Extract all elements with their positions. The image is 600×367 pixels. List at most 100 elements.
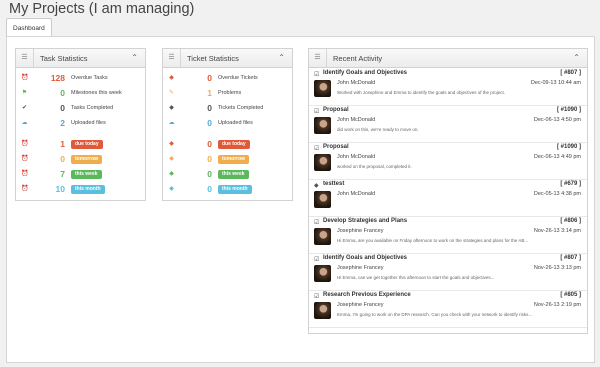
stat-row[interactable]: ⏰ 128 Overdue Tasks <box>16 71 145 86</box>
stat-row[interactable]: ✔ 0 Tasks Completed <box>16 101 145 116</box>
activity-user: John McDonald <box>337 117 376 123</box>
panel-header: ☰ Recent Activity ⌃ <box>309 49 587 68</box>
activity-title[interactable]: Develop Strategies and Plans <box>323 218 407 224</box>
stat-label[interactable]: Overdue Tickets <box>218 71 258 86</box>
activity-title[interactable]: Proposal <box>323 107 349 113</box>
due-badge[interactable]: this month <box>218 185 252 194</box>
stat-value: 0 <box>60 88 65 98</box>
activity-item[interactable]: ☑ Develop Strategies and Plans [ #806 ] Jos… <box>309 217 587 254</box>
stat-row[interactable]: ◆ 0 due today <box>163 137 292 152</box>
recent-activity-panel: ☰ Recent Activity ⌃ ☑ Identify Goals and … <box>308 48 588 334</box>
stat-label[interactable]: Overdue Tasks <box>71 71 108 86</box>
panel-header: ☰ Ticket Statistics ⌃ <box>163 49 292 68</box>
activity-message: Emma, I'm going to work on the DPA resea… <box>337 312 533 317</box>
activity-time: Dec-06-13 4:49 pm <box>533 154 581 160</box>
list-icon: ☰ <box>163 49 181 67</box>
collapse-icon[interactable]: ⌃ <box>278 49 285 67</box>
tab-dashboard[interactable]: Dashboard <box>6 18 52 37</box>
activity-title[interactable]: Identify Goals and Objectives <box>323 255 407 261</box>
activity-id[interactable]: [ #1090 ] <box>557 144 581 150</box>
stat-row[interactable]: ⏰ 0 tomorrow <box>16 152 145 167</box>
activity-title[interactable]: Proposal <box>323 144 349 150</box>
flag-icon: ⚑ <box>21 90 28 96</box>
collapse-icon[interactable]: ⌃ <box>131 49 138 67</box>
task-statistics-panel: ☰ Task Statistics ⌃ ⏰ 128 Overdue Tasks ⚑ 0 M… <box>15 48 146 201</box>
list-icon: ☰ <box>309 49 327 67</box>
activity-item[interactable]: ☑ Identify Goals and Objectives [ #807 ] Jo… <box>309 254 587 291</box>
stat-row[interactable]: ☁ 2 Uploaded files <box>16 116 145 131</box>
stat-row[interactable]: ⏰ 7 this week <box>16 167 145 182</box>
activity-id[interactable]: [ #805 ] <box>560 292 581 298</box>
alarm-icon: ⏰ <box>21 141 29 147</box>
page-title: My Projects (I am managing) <box>9 1 195 17</box>
checkbox-icon: ☑ <box>314 220 320 226</box>
alarm-icon: ⏰ <box>21 75 29 81</box>
stat-label[interactable]: Uploaded files <box>71 116 106 131</box>
avatar <box>314 80 331 97</box>
due-badge[interactable]: this week <box>71 170 102 179</box>
activity-item[interactable]: ☑ Proposal [ #1090 ] John McDonald Dec-06-13… <box>309 106 587 143</box>
tag-icon: ◆ <box>169 156 174 162</box>
stat-value: 1 <box>60 139 65 149</box>
activity-message: did work on this, we're ready to move on… <box>337 127 419 132</box>
due-badge[interactable]: this month <box>71 185 105 194</box>
checkbox-icon: ☑ <box>314 146 320 152</box>
tag-icon: ◆ <box>169 75 174 81</box>
stat-label[interactable]: Milestones this week <box>71 86 122 101</box>
stat-row[interactable]: ⏰ 1 due today <box>16 137 145 152</box>
stat-value: 0 <box>207 184 212 194</box>
tag-icon: ◆ <box>169 105 174 111</box>
activity-item[interactable]: ☑ Identify Goals and Objectives [ #807 ] Jo… <box>309 69 587 106</box>
avatar <box>314 154 331 171</box>
activity-item[interactable]: ◆ testtest [ #679 ] John McDonald Dec-05-13 … <box>309 180 587 217</box>
stat-value: 7 <box>60 169 65 179</box>
collapse-icon[interactable]: ⌃ <box>573 49 580 67</box>
stat-label[interactable]: Problems <box>218 86 241 101</box>
stat-row[interactable]: ◆ 0 Tickets Completed <box>163 101 292 116</box>
avatar <box>314 265 331 282</box>
activity-id[interactable]: [ #679 ] <box>560 181 581 187</box>
stat-value: 0 <box>207 103 212 113</box>
due-badge[interactable]: tomorrow <box>71 155 103 164</box>
stat-row[interactable]: ◆ 0 Overdue Tickets <box>163 71 292 86</box>
activity-id[interactable]: [ #807 ] <box>560 70 581 76</box>
due-badge[interactable]: tomorrow <box>218 155 250 164</box>
due-badge[interactable]: due today <box>218 140 250 149</box>
activity-message: Worked with Josephine and Emma to identi… <box>337 90 506 95</box>
stat-label[interactable]: Tickets Completed <box>218 101 263 116</box>
activity-id[interactable]: [ #1090 ] <box>557 107 581 113</box>
activity-time: Nov-26-13 3:14 pm <box>533 228 581 234</box>
activity-item[interactable]: ☑ Research Previous Experience [ #805 ] Jos… <box>309 291 587 328</box>
activity-time: Dec-09-13 10:44 am <box>530 80 581 86</box>
activity-user: John McDonald <box>337 154 376 160</box>
stat-row[interactable]: ◆ 0 this month <box>163 182 292 197</box>
list-icon: ☰ <box>16 49 34 67</box>
stat-row[interactable]: ◆ 0 this week <box>163 167 292 182</box>
activity-user: John McDonald <box>337 80 376 86</box>
avatar <box>314 191 331 208</box>
due-badge[interactable]: this week <box>218 170 249 179</box>
stat-row[interactable]: ⚑ 0 Milestones this week <box>16 86 145 101</box>
alarm-icon: ⏰ <box>21 171 29 177</box>
panel-title: Recent Activity <box>333 54 383 63</box>
due-badge[interactable]: due today <box>71 140 103 149</box>
activity-message: Hi Emma, can we get together this aftern… <box>337 275 495 280</box>
activity-title[interactable]: Identify Goals and Objectives <box>323 70 407 76</box>
activity-id[interactable]: [ #807 ] <box>560 255 581 261</box>
activity-item[interactable]: ☑ Proposal [ #1090 ] John McDonald Dec-06-13… <box>309 143 587 180</box>
stat-label[interactable]: Tasks Completed <box>71 101 113 116</box>
tag-icon: ◆ <box>169 186 174 192</box>
stat-row[interactable]: ◆ 0 tomorrow <box>163 152 292 167</box>
stat-label[interactable]: Uploaded files <box>218 116 253 131</box>
pencil-icon: ✎ <box>168 90 175 96</box>
activity-id[interactable]: [ #806 ] <box>560 218 581 224</box>
stat-value: 1 <box>207 88 212 98</box>
activity-title[interactable]: Research Previous Experience <box>323 292 411 298</box>
stat-value: 0 <box>60 154 65 164</box>
activity-title[interactable]: testtest <box>323 181 344 187</box>
stat-row[interactable]: ✎ 1 Problems <box>163 86 292 101</box>
activity-user: John McDonald <box>337 191 376 197</box>
stat-row[interactable]: ⏰ 10 this month <box>16 182 145 197</box>
stat-row[interactable]: ☁ 0 Uploaded files <box>163 116 292 131</box>
checkbox-icon: ☑ <box>314 257 320 263</box>
